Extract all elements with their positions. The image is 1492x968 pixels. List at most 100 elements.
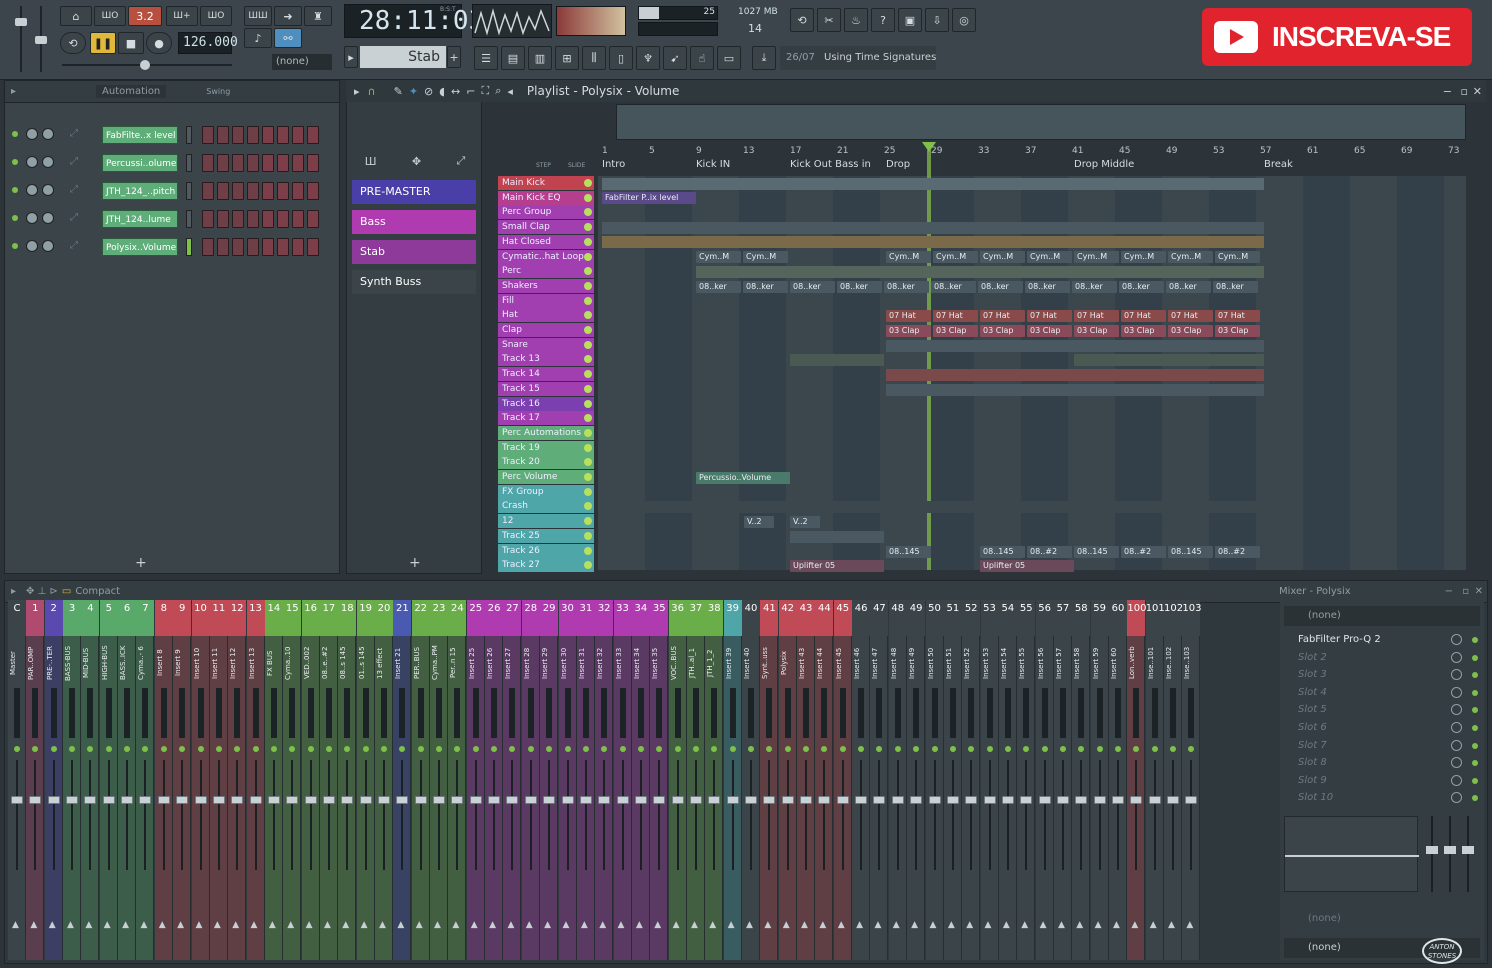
stop-button[interactable]: ■ xyxy=(118,32,144,54)
playlist-clip[interactable]: 08..#2 xyxy=(1121,546,1166,558)
route-arrow-icon[interactable]: ▲ xyxy=(636,920,643,930)
mixer-volume-fader[interactable] xyxy=(946,796,959,804)
mixer-volume-fader[interactable] xyxy=(1020,796,1033,804)
mixer-channel-strip[interactable]: 5 HIGH-BUS ▲ xyxy=(99,600,118,960)
playlist-clip[interactable]: 08..ker xyxy=(931,281,976,293)
help-icon[interactable]: ? xyxy=(871,8,895,32)
mixer-volume-fader[interactable] xyxy=(359,796,372,804)
step-button[interactable] xyxy=(307,210,319,228)
route-arrow-icon[interactable]: ▲ xyxy=(342,920,349,930)
mixer-channel-strip[interactable]: 39 Insert 39 ▲ xyxy=(723,600,742,960)
playlist-clip[interactable]: 08..145 xyxy=(886,546,931,558)
mixer-send-led[interactable] xyxy=(894,746,901,752)
playlist-clip[interactable]: 07 Hat xyxy=(1215,310,1260,322)
step-button[interactable] xyxy=(262,126,274,144)
playlist-clip[interactable]: Cym..M xyxy=(1027,251,1072,263)
channel-rack-filter[interactable]: Automation xyxy=(96,85,167,98)
slot-enable-led[interactable] xyxy=(1472,637,1478,643)
playlist-track[interactable]: Shakers xyxy=(498,278,594,293)
mixer-insert-slot[interactable]: Slot 4 xyxy=(1286,685,1482,701)
mixer-menu-arrow-icon[interactable]: ▸ xyxy=(11,586,16,597)
undo-icon[interactable]: ⟲ xyxy=(790,8,814,32)
route-arrow-icon[interactable]: ▲ xyxy=(12,920,19,930)
blend-notes-button[interactable]: ➜ xyxy=(274,6,302,26)
pattern-item[interactable]: PRE-MASTER xyxy=(352,180,476,204)
mixer-volume-fader[interactable] xyxy=(488,796,501,804)
playlist-clip[interactable]: 03 Clap xyxy=(1027,325,1072,337)
track-mute-led[interactable] xyxy=(584,443,592,452)
mixer-channel-strip[interactable]: 30 Insert 30 ▲ xyxy=(558,600,577,960)
track-mute-led[interactable] xyxy=(584,179,592,187)
mixer-volume-fader[interactable] xyxy=(524,796,537,804)
playlist-track[interactable]: Perc xyxy=(498,264,594,279)
mixer-volume-fader[interactable] xyxy=(1075,796,1088,804)
mixer-maximize-icon[interactable]: ▫ xyxy=(1462,586,1469,597)
mixer-send-led[interactable] xyxy=(307,746,314,752)
time-marker[interactable]: Kick IN xyxy=(696,159,730,170)
mixer-channel-strip[interactable]: 10 Insert 10 ▲ xyxy=(191,600,210,960)
mixer-insert-slot[interactable]: Slot 2 xyxy=(1286,650,1482,666)
mixer-channel-strip[interactable]: 29 Insert 29 ▲ xyxy=(540,600,559,960)
mixer-send-led[interactable] xyxy=(234,746,241,752)
mixer-volume-fader[interactable] xyxy=(781,796,794,804)
mixer-volume-fader[interactable] xyxy=(11,796,23,804)
route-arrow-icon[interactable]: ▲ xyxy=(1003,920,1010,930)
track-mute-led[interactable] xyxy=(584,384,592,393)
channel-select-indicator[interactable] xyxy=(186,182,192,200)
route-arrow-icon[interactable]: ▲ xyxy=(471,920,478,930)
browser-icon[interactable]: ⊞ xyxy=(555,46,579,70)
mixer-channel-strip[interactable]: 11 Insert 11 ▲ xyxy=(209,600,228,960)
route-arrow-icon[interactable]: ▲ xyxy=(911,920,918,930)
step-button[interactable] xyxy=(292,182,304,200)
step-button[interactable] xyxy=(247,238,259,256)
route-arrow-icon[interactable]: ▲ xyxy=(434,920,441,930)
channel-name-button[interactable]: Polysix..Volume xyxy=(102,238,178,256)
pattern-item[interactable]: Stab xyxy=(352,240,476,264)
playlist-clip[interactable]: Cym..M xyxy=(1074,251,1119,263)
mixer-volume-fader[interactable] xyxy=(47,796,60,804)
ruler-bar-number[interactable]: 25 xyxy=(884,146,895,156)
mixer-channel-strip[interactable]: 8 Insert 8 ▲ xyxy=(154,600,173,960)
track-mute-led[interactable] xyxy=(584,326,592,334)
piano-roll-icon[interactable]: ▤ xyxy=(501,46,525,70)
compact-view-icon[interactable]: ▭ xyxy=(62,586,71,597)
wait-input-button[interactable]: ШО xyxy=(94,6,126,26)
mixer-volume-fader[interactable] xyxy=(965,796,978,804)
eq-fader-low[interactable] xyxy=(1426,816,1438,892)
save-icon[interactable]: ▣ xyxy=(898,8,922,32)
slot-mix-knob[interactable] xyxy=(1451,792,1462,804)
channel-name-button[interactable]: FabFilte..x level xyxy=(102,126,178,144)
playlist-clip[interactable]: 08..#2 xyxy=(1215,546,1260,558)
route-arrow-icon[interactable]: ▲ xyxy=(1095,920,1102,930)
route-arrow-icon[interactable]: ▲ xyxy=(819,920,826,930)
plugin-icon[interactable]: ♆ xyxy=(636,46,660,70)
slot-enable-led[interactable] xyxy=(1472,795,1478,802)
mixer-volume-fader[interactable] xyxy=(176,796,189,804)
playlist-track[interactable]: Perc Volume xyxy=(498,470,594,484)
route-arrow-icon[interactable]: ▲ xyxy=(930,920,937,930)
mixer-channel-strip[interactable]: 38 JTH_1_2 ▲ xyxy=(705,600,724,960)
mixer-channel-strip[interactable]: 14 FX BUS ▲ xyxy=(264,600,283,960)
channel-pan-knob[interactable] xyxy=(26,184,38,196)
mixer-send-led[interactable] xyxy=(270,746,277,752)
countdown-button[interactable]: 3.2 xyxy=(128,6,162,26)
mixer-volume-fader[interactable] xyxy=(983,796,996,804)
time-marker[interactable]: Kick Out Bass in xyxy=(790,159,871,170)
route-arrow-icon[interactable]: ▲ xyxy=(618,920,625,930)
mixer-send-led[interactable] xyxy=(913,746,920,752)
master-volume-slider[interactable] xyxy=(14,6,28,72)
route-arrow-icon[interactable]: ▲ xyxy=(764,920,771,930)
slot-mix-knob[interactable] xyxy=(1451,634,1462,645)
mixer-channel-strip[interactable]: 44 Insert 44 ▲ xyxy=(815,600,834,960)
channel-volume-knob[interactable] xyxy=(42,212,54,224)
mixer-send-led[interactable] xyxy=(399,746,406,752)
channel-led[interactable] xyxy=(12,159,18,165)
playlist-track[interactable]: Main Kick xyxy=(498,176,594,190)
mixer-channel-strip[interactable]: 101 Inse..101 ▲ xyxy=(1145,600,1165,960)
pattern-clip-block[interactable] xyxy=(602,178,1264,190)
mixer-channel-strip[interactable]: C Master ▲ xyxy=(8,600,26,960)
mixer-volume-fader[interactable] xyxy=(1093,796,1106,804)
playlist-clip[interactable]: 07 Hat xyxy=(980,310,1025,322)
minimize-icon[interactable]: − xyxy=(1443,85,1452,98)
pencil-icon[interactable]: ✎ xyxy=(394,85,403,98)
